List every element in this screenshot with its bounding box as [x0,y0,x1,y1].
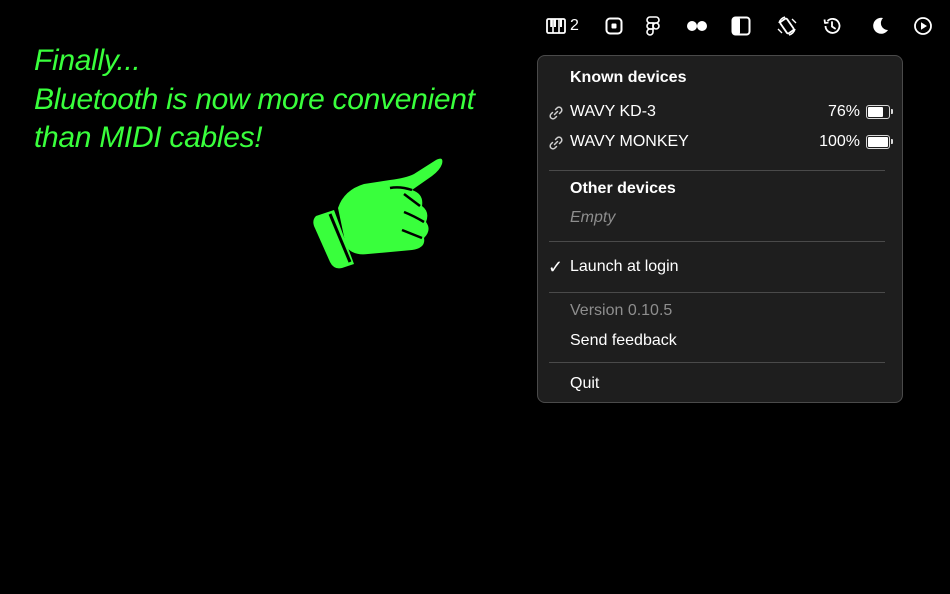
sidebar-status-item[interactable] [731,14,751,38]
version-label: Version 0.10.5 [570,302,673,319]
screen: 2 Finally... Bluetooth is now more conve… [0,0,950,594]
square-dot-icon [605,17,623,35]
pointing-hand-icon [308,150,448,276]
play-circle-icon [913,16,933,36]
battery-status: 100% [819,133,893,151]
battery-percent: 76% [827,103,860,120]
other-devices-header: Other devices [570,180,676,197]
known-devices-header: Known devices [570,69,687,86]
piano-keyboard-icon [546,18,566,34]
battery-fill [868,107,884,117]
link-icon [548,135,564,151]
square-dot-status-item[interactable] [605,14,623,38]
figma-status-item[interactable] [646,14,660,38]
promo-line-2: Bluetooth is now more convenient [34,82,475,116]
rotate-device-status-item[interactable] [776,14,798,38]
battery-fill [868,137,888,147]
device-name: WAVY MONKEY [570,133,689,150]
battery-icon [866,105,893,119]
rotate-device-icon [776,15,798,37]
device-item-wavy-kd3[interactable]: WAVY KD-3 76% [538,99,902,125]
menu-separator [549,170,885,171]
link-icon [548,105,564,121]
sidebar-panel-icon [731,16,751,36]
launch-at-login-item[interactable]: ✓ Launch at login [538,254,902,280]
other-devices-empty: Empty [570,209,616,226]
battery-icon [866,135,893,149]
promo-line-1: Finally... [34,44,141,77]
flickr-status-item[interactable] [686,14,708,38]
play-status-item[interactable] [913,14,933,38]
battery-status: 76% [827,103,893,121]
device-item-wavy-monkey[interactable]: WAVY MONKEY 100% [538,129,902,155]
history-status-item[interactable] [822,14,842,38]
menu-separator [549,241,885,242]
device-name: WAVY KD-3 [570,103,656,120]
checkmark-icon: ✓ [548,257,564,277]
quit-item[interactable]: Quit [538,371,902,397]
dark-mode-status-item[interactable] [870,14,890,38]
midi-bluetooth-menu: Known devices WAVY KD-3 76% WAVY MONKEY … [537,55,903,403]
promo-caption: Finally... Bluetooth is now more conveni… [34,42,514,158]
flickr-dots-icon [686,20,708,32]
menu-separator [549,292,885,293]
figma-icon [646,16,660,36]
send-feedback-item[interactable]: Send feedback [538,328,902,354]
menu-separator [549,362,885,363]
battery-percent: 100% [819,133,860,150]
piano-keyboard-status-item[interactable]: 2 [546,14,579,38]
device-count: 2 [570,17,579,34]
launch-at-login-label: Launch at login [570,258,679,275]
history-clock-icon [822,16,842,36]
moon-icon [870,16,890,36]
